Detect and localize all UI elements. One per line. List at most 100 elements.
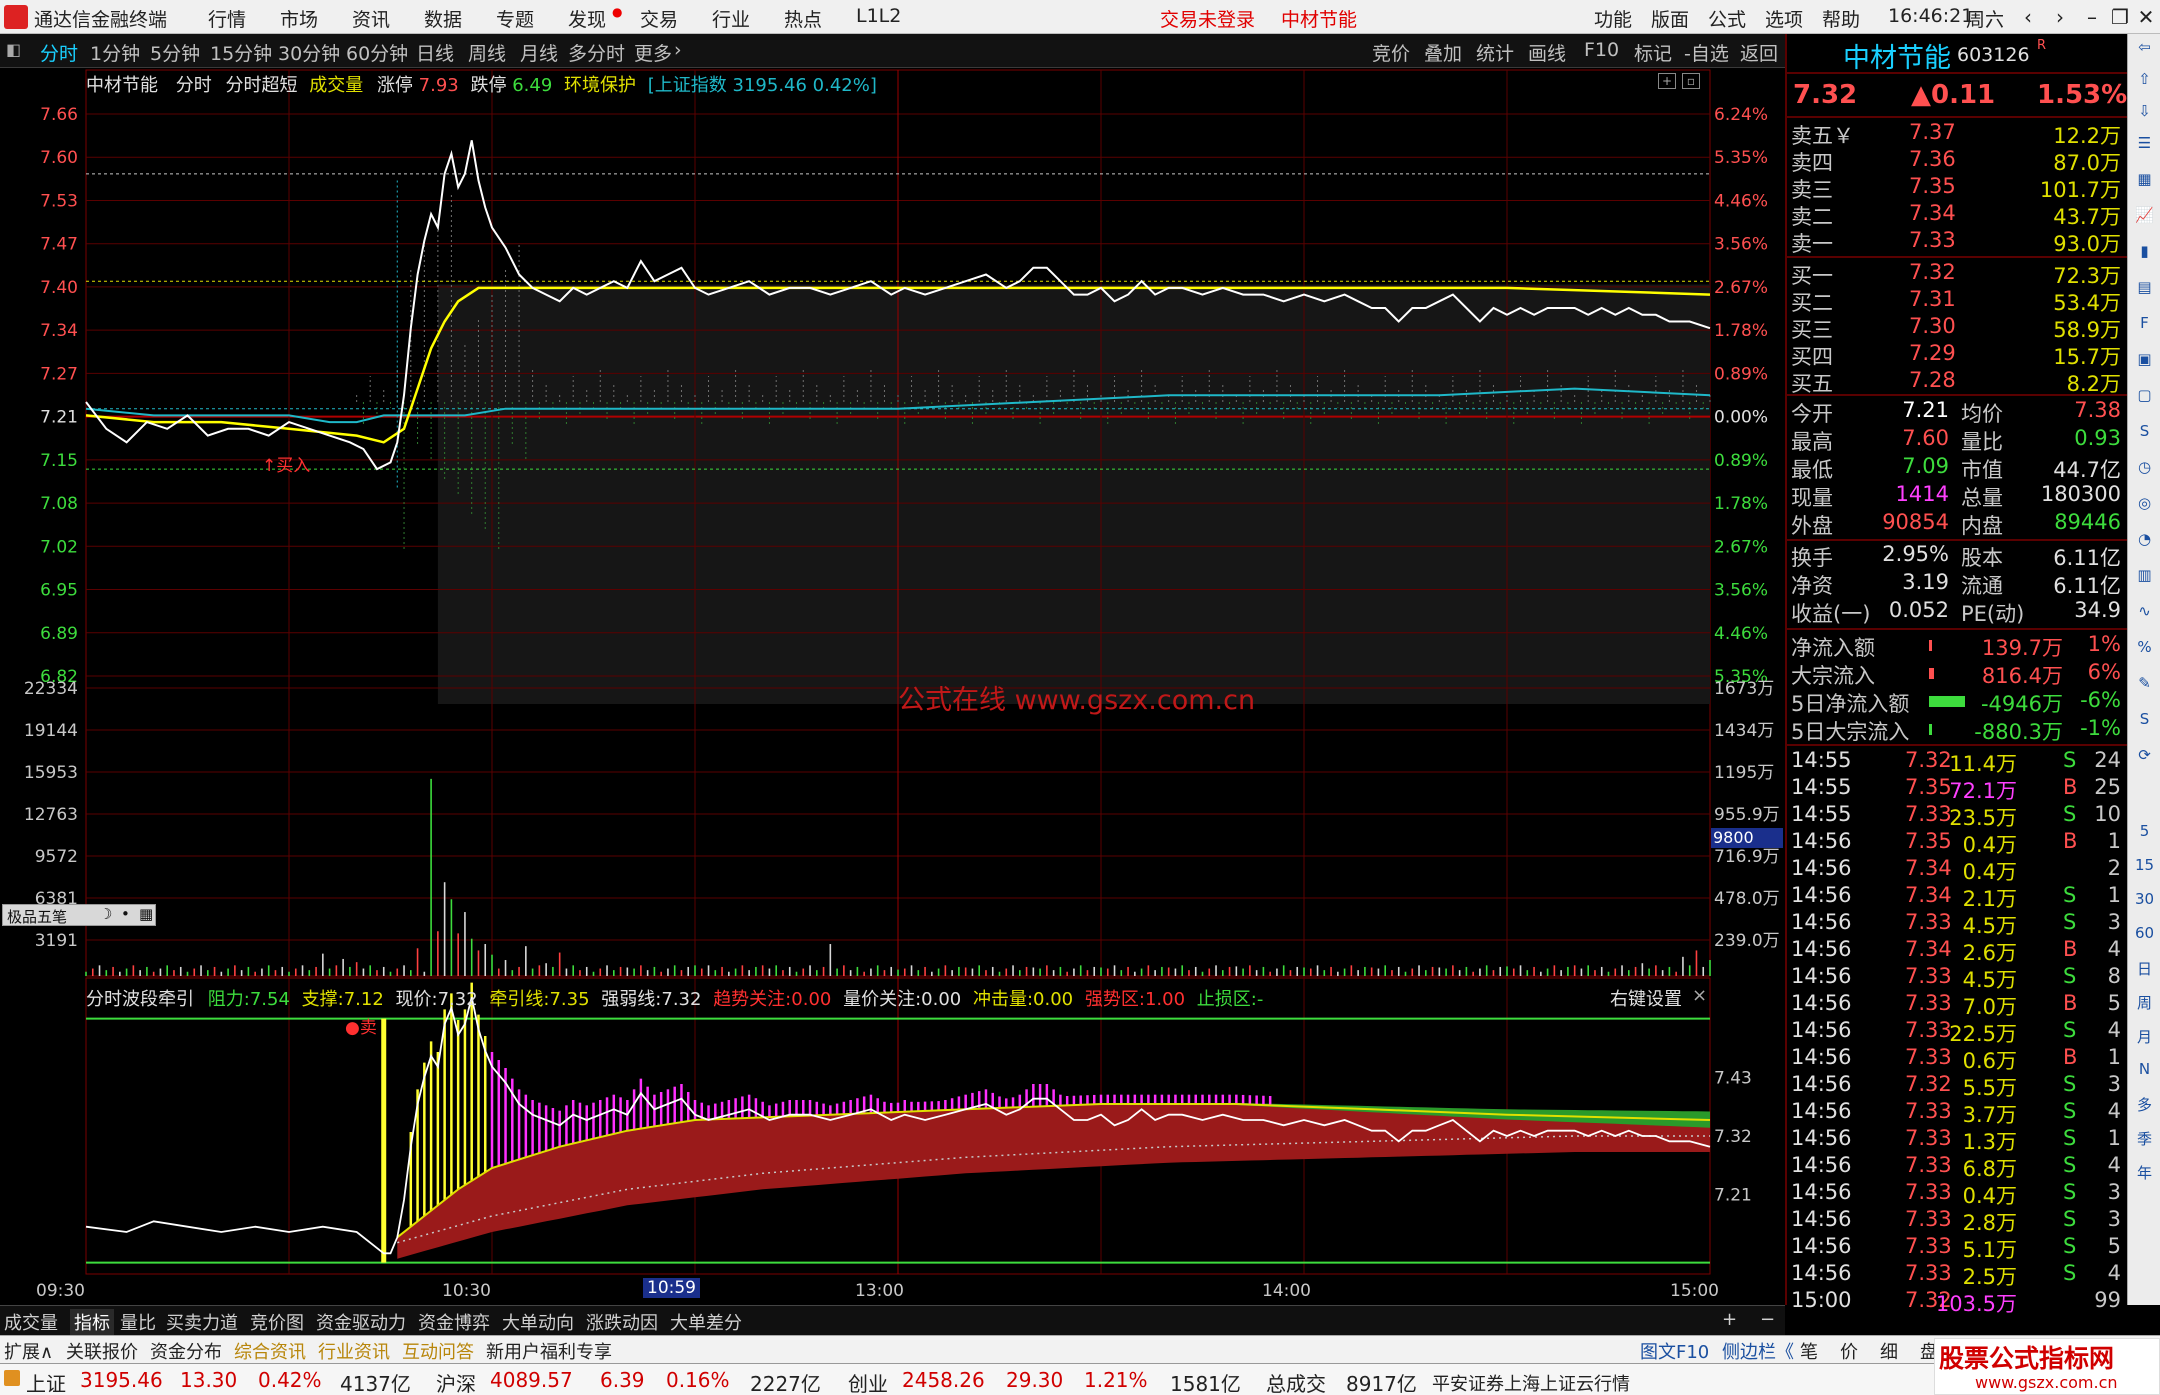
intraday-chart[interactable]: 7.66 6.24% 7.60 5.35% 7.53 4.46% 7.47 3.56% 7.40… [0,68,1785,1305]
menu-zhuanti[interactable]: 专题 [496,5,534,32]
menu-hangqing[interactable]: 行情 [208,5,246,32]
chart-icon[interactable]: 📈 [2128,206,2160,224]
table-icon[interactable]: ▤ [2128,278,2160,296]
line-icon[interactable]: ∿ [2128,602,2160,620]
add-tab-icon[interactable]: + [1722,1309,1737,1330]
b2tab-qa[interactable]: 互动问答 [402,1338,474,1364]
b2tab-news[interactable]: 综合资讯 [234,1338,306,1364]
ticker-cy-name[interactable]: 创业 [848,1368,888,1395]
btab-zhangdie[interactable]: 涨跌动因 [586,1309,658,1335]
tool-f10[interactable]: F10 [1584,39,1619,61]
tool-fanhui[interactable]: 返回 [1740,39,1778,66]
btab-liangbi[interactable]: 量比 [120,1309,156,1335]
tool-huaxian[interactable]: 画线 [1528,39,1566,66]
menu-bangzhu[interactable]: 帮助 [1822,5,1860,32]
tab-5min[interactable]: 5分钟 [150,39,200,66]
btab-dadan-chafen[interactable]: 大单差分 [670,1309,742,1335]
list-icon[interactable]: ☰ [2128,134,2160,152]
tab-week[interactable]: 周线 [468,39,506,66]
sidebar-day[interactable]: 日 [2128,958,2160,979]
menu-jiaoyi[interactable]: 交易 [640,5,678,32]
sidebar-15[interactable]: 15 [2128,856,2160,874]
pen-icon[interactable]: ✎ [2128,674,2160,692]
btab-dadan[interactable]: 大单动向 [502,1309,574,1335]
menu-banmian[interactable]: 版面 [1651,5,1689,32]
b2tab-industry[interactable]: 行业资讯 [318,1338,390,1364]
pct-icon[interactable]: % [2128,638,2160,656]
sidebar-multi[interactable]: 多 [2128,1094,2160,1115]
keyboard-icon[interactable]: ▦ [139,905,153,923]
tab-15min[interactable]: 15分钟 [210,39,272,66]
btab-indicator[interactable]: 指标 [70,1309,114,1335]
sidebar-quarter[interactable]: 季 [2128,1128,2160,1149]
b2tab-sidebar[interactable]: 侧边栏《 [1722,1338,1794,1364]
back-icon[interactable]: ‹ [2012,5,2044,33]
doc-icon[interactable]: ▣ [2128,350,2160,368]
grid-icon[interactable]: ▦ [2128,170,2160,188]
b2tab-f10[interactable]: 图文F10 [1640,1338,1709,1364]
b2tab-fund-dist[interactable]: 资金分布 [150,1338,222,1364]
ticker-menu-icon[interactable] [4,1370,20,1386]
btab-zijin-qudong[interactable]: 资金驱动力 [316,1309,406,1335]
login-status[interactable]: 交易未登录 [1160,5,1255,32]
tool-zixuan[interactable]: -自选 [1684,39,1729,66]
b2tab-related[interactable]: 关联报价 [66,1338,138,1364]
page-icon[interactable]: ▢ [2128,386,2160,404]
expand-icon[interactable]: ⇦ [2128,38,2160,56]
menu-redian[interactable]: 热点 [784,5,822,32]
candle-icon[interactable]: ▮ [2128,242,2160,260]
btab-jingjia[interactable]: 竞价图 [250,1309,304,1335]
menu-faxian[interactable]: 发现 [568,5,606,32]
tab-1min[interactable]: 1分钟 [90,39,140,66]
tab-month[interactable]: 月线 [520,39,558,66]
panel-toggle-icon[interactable]: ◧ [6,40,21,59]
b2tab-welfare[interactable]: 新用户福利专享 [486,1338,612,1364]
tool-biaoji[interactable]: 标记 [1634,39,1672,66]
menu-gongneng[interactable]: 功能 [1594,5,1632,32]
tab-more[interactable]: 更多 [634,39,672,66]
sidebar-year[interactable]: 年 [2128,1162,2160,1183]
moon-icon[interactable]: ☽ [99,905,112,923]
tab-day[interactable]: 日线 [416,39,454,66]
menu-gongshi[interactable]: 公式 [1708,5,1746,32]
sidebar-n[interactable]: N [2128,1060,2160,1078]
tab-30min[interactable]: 30分钟 [278,39,340,66]
fin-icon[interactable]: F [2128,314,2160,332]
b2tab-bi[interactable]: 笔 [1800,1338,1818,1364]
menu-zixun[interactable]: 资讯 [352,5,390,32]
menu-shichang[interactable]: 市场 [280,5,318,32]
fs-icon[interactable]: S [2128,422,2160,440]
tab-fenshi[interactable]: 分时 [40,39,78,66]
chevron-right-icon[interactable]: › [674,39,682,61]
refresh-icon[interactable]: ⟳ [2128,746,2160,764]
bars-icon[interactable]: ▥ [2128,566,2160,584]
b2tab-xi[interactable]: 细 [1880,1338,1898,1364]
sidebar-30[interactable]: 30 [2128,890,2160,908]
ticker-hs-name[interactable]: 沪深 [436,1368,476,1395]
down-icon[interactable]: ⇩ [2128,102,2160,120]
indicator-settings[interactable]: 右键设置 [1610,985,1682,1011]
circle-icon[interactable]: ◎ [2128,494,2160,512]
menu-shuju[interactable]: 数据 [424,5,462,32]
ime-panel[interactable]: 极品五笔 ☽ • ▦ [2,904,156,926]
fs2-icon[interactable]: S [2128,710,2160,728]
sidebar-60[interactable]: 60 [2128,924,2160,942]
indicator-close-icon[interactable]: × [1692,985,1707,1006]
sidebar-month[interactable]: 月 [2128,1026,2160,1047]
sidebar-week[interactable]: 周 [2128,992,2160,1013]
forward-icon[interactable]: › [2044,5,2076,33]
btab-zijin-boyi[interactable]: 资金博弈 [418,1309,490,1335]
up-icon[interactable]: ⇧ [2128,70,2160,88]
b2tab-jia[interactable]: 价 [1840,1338,1858,1364]
clock-icon[interactable]: ◷ [2128,458,2160,476]
remove-tab-icon[interactable]: − [1760,1309,1775,1330]
close-icon[interactable]: ✕ [2130,5,2160,33]
tool-jingjia[interactable]: 竞价 [1372,39,1410,66]
pie-icon[interactable]: ◔ [2128,530,2160,548]
tool-diejia[interactable]: 叠加 [1424,39,1462,66]
tool-tongji[interactable]: 统计 [1476,39,1514,66]
tick-list[interactable]: 14:55 7.32 11.4万 S 24 14:55 7.35 72.1万 B 25 14:55 7… [1787,748,2127,1316]
menu-l1l2[interactable]: L1L2 [856,5,901,27]
tab-multi[interactable]: 多分时 [568,39,625,66]
btab-maimai[interactable]: 买卖力道 [166,1309,238,1335]
